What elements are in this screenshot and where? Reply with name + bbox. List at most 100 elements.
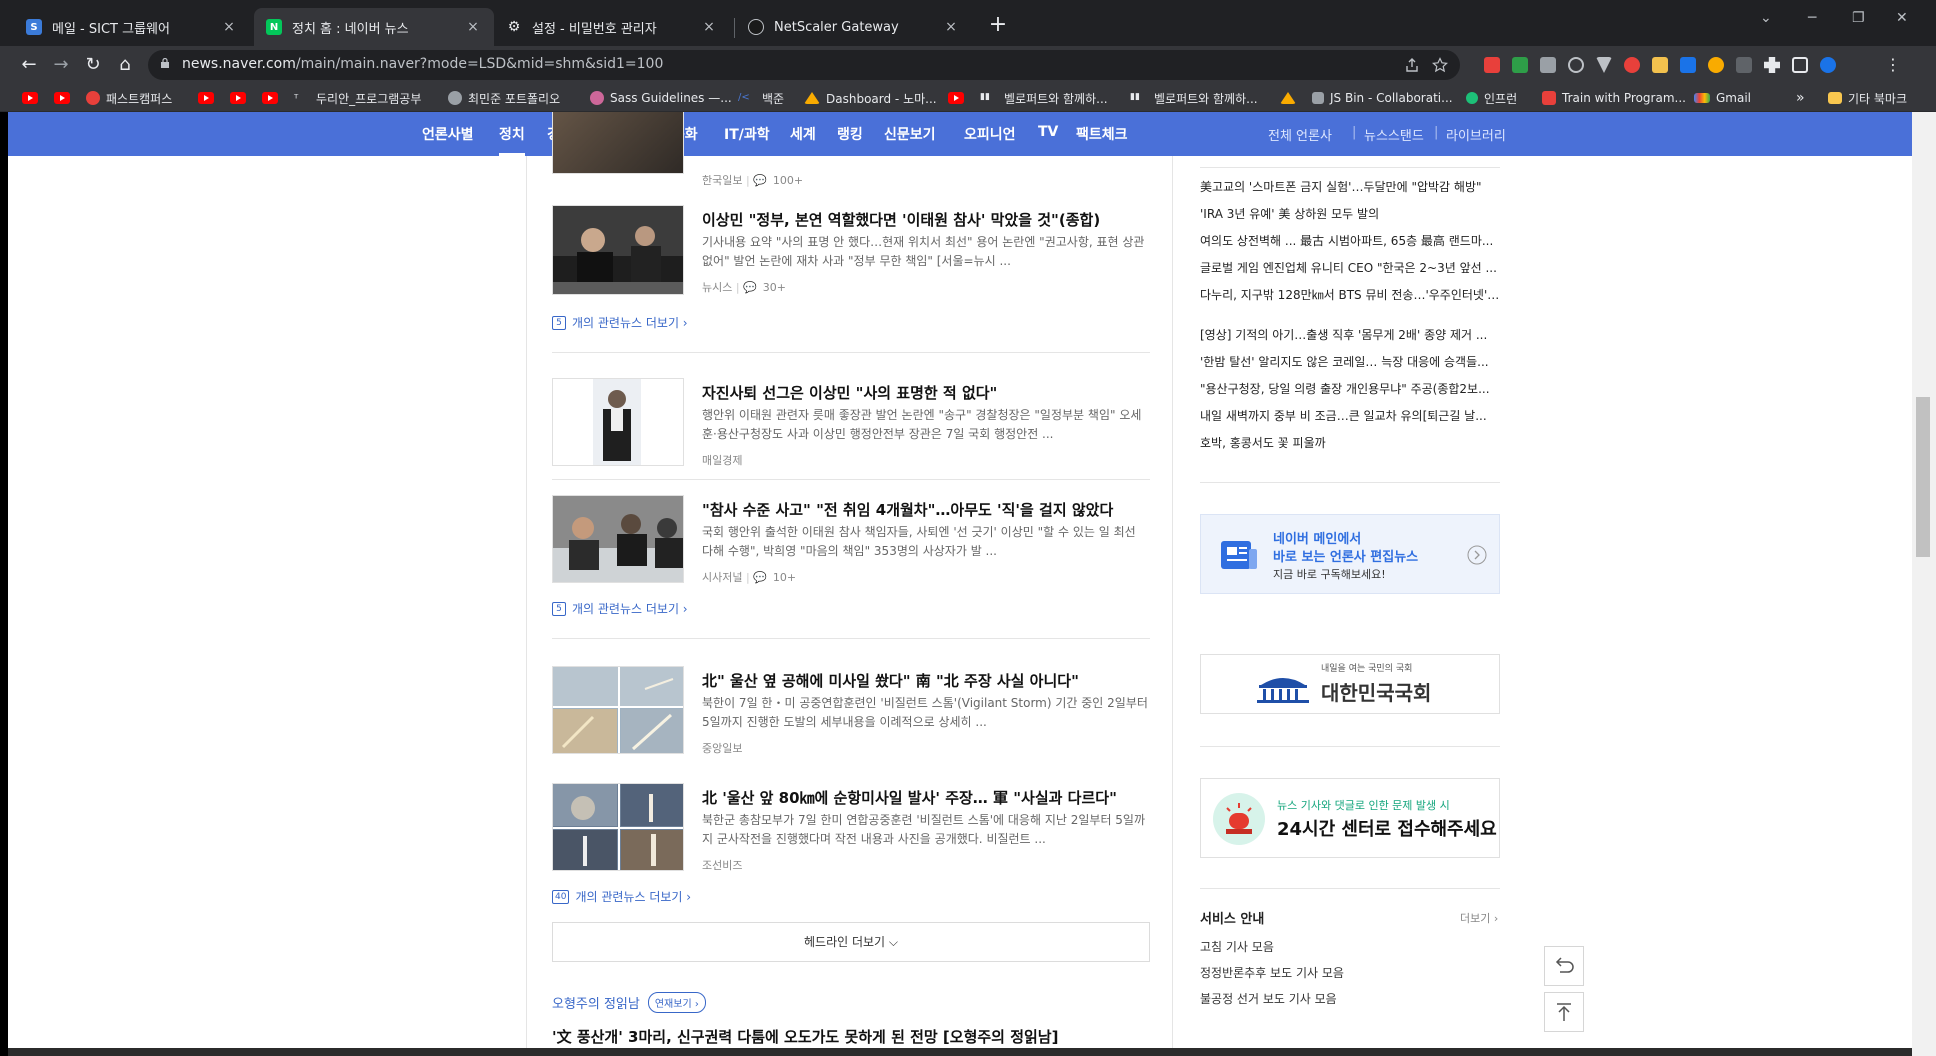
service-item[interactable]: 불공정 선거 보도 기사 모음 [1200, 990, 1337, 1007]
news-item[interactable]: 北" 울산 옆 공해에 미사일 쐈다" 南 "北 주장 사실 아니다" 북한이 … [552, 666, 1150, 756]
ranking-news-item[interactable]: 글로벌 게임 엔진업체 유니티 CEO "한국은 2~3년 앞선 ... [1200, 259, 1500, 276]
bookmark-item[interactable]: 최민준 포트폴리오 [448, 89, 560, 107]
nav-newsstand[interactable]: 뉴스스탠드 [1364, 125, 1424, 144]
more-headlines-button[interactable]: 헤드라인 더보기 ⌵ [552, 922, 1150, 962]
article-thumbnail[interactable] [552, 666, 684, 754]
article-thumbnail[interactable] [552, 495, 684, 583]
bookmark-item[interactable]: Sass Guidelines —... [590, 89, 732, 107]
window-close-icon[interactable]: ✕ [1896, 10, 1908, 26]
news-item[interactable]: 北 '울산 앞 80㎞에 순항미사일 발사' 주장… 軍 "사실과 다르다" 북… [552, 783, 1150, 873]
nav-item-newspaper[interactable]: 신문보기 [884, 124, 936, 144]
service-item[interactable]: 고침 기사 모음 [1200, 938, 1274, 955]
ranking-news-item[interactable]: 다누리, 지구밖 128만㎞서 BTS 뮤비 전송…'우주인터넷' ... [1200, 286, 1500, 303]
extension-icon[interactable] [1708, 57, 1724, 73]
article-headline[interactable]: 자진사퇴 선그은 이상민 "사의 표명한 적 없다" [702, 382, 997, 403]
close-icon[interactable]: × [220, 19, 238, 35]
extension-icon[interactable] [1512, 57, 1528, 73]
nav-item-world[interactable]: 세계 [790, 124, 816, 144]
report-center-banner[interactable]: 뉴스 기사와 댓글로 인한 문제 발생 시 24시간 센터로 접수해주세요 [1200, 778, 1500, 858]
ranking-news-item[interactable]: 美고교의 '스마트폰 금지 실험'…두달만에 "압박감 해방" [1200, 178, 1500, 195]
article-headline[interactable]: 北" 울산 옆 공해에 미사일 쐈다" 南 "北 주장 사실 아니다" [702, 670, 1079, 691]
extension-icon[interactable] [1652, 57, 1668, 73]
bookmark-item[interactable]: /< 백준 [738, 89, 784, 107]
news-item[interactable]: 자진사퇴 선그은 이상민 "사의 표명한 적 없다" 행안위 이태원 관련자 릇… [552, 378, 1150, 468]
bookmark-item[interactable]: ▮▮ 벨로퍼트와 함께하... [980, 89, 1108, 107]
ranking-news-item[interactable]: 내일 새벽까지 중부 비 조금…큰 일교차 유의[퇴근길 날... [1200, 407, 1500, 424]
tab-password-settings[interactable]: ⚙ 설정 - 비밀번호 관리자 × [494, 8, 730, 46]
home-icon[interactable]: ⌂ [112, 52, 138, 78]
nav-item-tv[interactable]: TV [1038, 124, 1058, 140]
minimize-icon[interactable]: ─ [1808, 10, 1816, 26]
subscribe-banner[interactable]: 네이버 메인에서 바로 보는 언론사 편집뉴스 지금 바로 구독해보세요! [1200, 514, 1500, 594]
bookmark-item[interactable]: JS Bin - Collaborati... [1312, 89, 1453, 107]
extension-icon[interactable] [1568, 57, 1584, 73]
article-summary[interactable]: 행안위 이태원 관련자 릇매 좋장관 발언 논란엔 "송구" 경찰청장은 "일정… [702, 406, 1150, 444]
article-headline[interactable]: 北 '울산 앞 80㎞에 순항미사일 발사' 주장… 軍 "사실과 다르다" [702, 787, 1117, 808]
horizontal-scrollbar[interactable] [8, 1048, 1912, 1056]
extension-icon[interactable] [1736, 57, 1752, 73]
youtube-bookmark[interactable] [948, 89, 964, 107]
related-news-link[interactable]: 5 개의 관련뉴스 더보기 › [552, 600, 688, 617]
restore-icon[interactable]: ❐ [1852, 10, 1865, 26]
extensions-puzzle-icon[interactable] [1764, 57, 1780, 73]
series-view-button[interactable]: 연재보기 › [647, 992, 706, 1013]
article-summary[interactable]: 국회 행안위 출석한 이태원 참사 책임자들, 사퇴엔 '선 긋기' 이상민 "… [702, 523, 1150, 561]
close-icon[interactable]: × [700, 19, 718, 35]
extension-icon[interactable] [1680, 57, 1696, 73]
article-summary[interactable]: 북한이 7일 한・미 공중연합훈련인 '비질런트 스톰'(Vigilant St… [702, 694, 1150, 732]
side-panel-icon[interactable] [1792, 57, 1808, 73]
article-thumbnail[interactable] [552, 378, 684, 466]
nav-all-press[interactable]: 전체 언론사 [1268, 125, 1332, 144]
menu-icon[interactable]: ⋮ [1880, 52, 1906, 78]
scrollbar-thumb[interactable] [1916, 397, 1930, 557]
bookmark-item[interactable]: 인프런 [1466, 89, 1517, 107]
forward-icon[interactable]: → [48, 52, 74, 78]
adblock-icon[interactable] [1624, 57, 1640, 73]
acrobat-extension-icon[interactable] [1484, 57, 1500, 73]
youtube-bookmark[interactable] [54, 89, 70, 107]
bookmark-item[interactable] [1280, 89, 1302, 107]
share-icon[interactable] [1404, 57, 1420, 73]
ranking-news-item[interactable]: 호박, 홍콩서도 꽃 피울까 [1200, 434, 1500, 451]
bookmark-item[interactable]: ᵀ 두리안_프로그램공부 [294, 89, 421, 107]
nav-item-press[interactable]: 언론사별 [422, 124, 474, 144]
bookmark-item[interactable]: 패스트캠퍼스 [86, 89, 172, 107]
service-more-link[interactable]: 더보기 › [1460, 910, 1498, 926]
vertical-scrollbar[interactable] [1912, 112, 1936, 1056]
news-item[interactable]: 이상민 "정부, 본연 역할했다면 '이태원 참사' 막았을 것"(종합) 기사… [552, 205, 1150, 305]
news-item[interactable]: "참사 수준 사고" "전 취임 4개월차"…아무도 '직'을 걸지 않았다 국… [552, 495, 1150, 587]
close-icon[interactable]: × [464, 19, 482, 35]
vue-devtools-icon[interactable] [1596, 57, 1612, 73]
bookmarks-overflow-button[interactable]: » [1796, 89, 1805, 107]
service-item[interactable]: 정정반론추후 보도 기사 모음 [1200, 964, 1344, 981]
ranking-news-item[interactable]: [영상] 기적의 아기…출생 직후 '몸무게 2배' 종양 제거 ... [1200, 326, 1500, 343]
article-thumbnail[interactable] [552, 112, 684, 174]
series-headline[interactable]: '文 풍산개' 3마리, 신구권력 다툼에 오도가도 못하게 된 전망 [오형주… [552, 1026, 1058, 1047]
article-summary[interactable]: 기사내용 요약 "사의 표명 안 했다…현재 위치서 최선" 용어 논란엔 "권… [702, 233, 1150, 271]
related-news-link[interactable]: 5 개의 관련뉴스 더보기 › [552, 314, 688, 331]
nav-item-politics[interactable]: 정치 [499, 124, 525, 156]
bookmark-item[interactable]: Gmail [1694, 89, 1751, 107]
scroll-top-button[interactable] [1544, 992, 1584, 1032]
ranking-news-item[interactable]: 여의도 상전벽해 ... 最古 시범아파트, 65층 最高 랜드마... [1200, 232, 1500, 249]
series-name[interactable]: 오형주의 정읽남 [552, 993, 640, 1012]
tab-netscaler[interactable]: NetScaler Gateway × [736, 8, 972, 46]
article-thumbnail[interactable] [552, 783, 684, 871]
news-item-cutoff[interactable]: 한국일보 | 💬 100+ [552, 112, 1150, 196]
extension-icon[interactable] [1540, 57, 1556, 73]
back-icon[interactable]: ← [16, 52, 42, 78]
youtube-bookmark[interactable] [262, 89, 278, 107]
article-thumbnail[interactable] [552, 205, 684, 295]
ranking-news-item[interactable]: '한밤 탈선' 알리지도 않은 코레일… 늑장 대응에 승객들... [1200, 353, 1500, 370]
bookmark-item[interactable]: Dashboard - 노마... [804, 89, 937, 107]
related-news-link[interactable]: 40 개의 관련뉴스 더보기 › [552, 888, 691, 905]
youtube-bookmark[interactable] [198, 89, 214, 107]
nav-item-factcheck[interactable]: 팩트체크 [1076, 124, 1128, 144]
bookmark-item[interactable]: ▮▮ 벨로퍼트와 함께하... [1130, 89, 1258, 107]
youtube-bookmark[interactable] [22, 89, 38, 107]
article-headline[interactable]: 이상민 "정부, 본연 역할했다면 '이태원 참사' 막았을 것"(종합) [702, 209, 1100, 230]
tab-groupware-mail[interactable]: S 메일 - SICT 그룹웨어 × [14, 8, 250, 46]
new-tab-button[interactable]: + [984, 12, 1012, 40]
youtube-bookmark[interactable] [230, 89, 246, 107]
close-icon[interactable]: × [942, 19, 960, 35]
